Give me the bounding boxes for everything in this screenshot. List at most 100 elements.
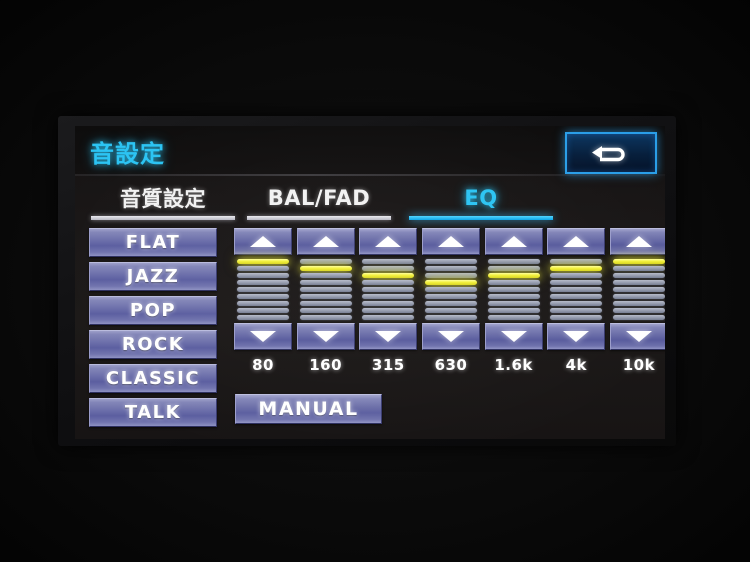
eq-down-button-80[interactable] — [234, 323, 292, 350]
eq-segment — [424, 287, 477, 292]
eq-segment — [550, 301, 603, 306]
preset-button-rock[interactable]: ROCK — [89, 330, 217, 359]
eq-segment — [299, 280, 352, 285]
eq-segment — [487, 315, 540, 320]
eq-segment — [237, 259, 289, 264]
eq-band-label: 315 — [371, 356, 405, 374]
eq-down-button-10k[interactable] — [609, 323, 665, 350]
preset-button-talk[interactable]: TALK — [89, 398, 217, 427]
triangle-up-icon — [250, 236, 276, 247]
eq-up-button-315[interactable] — [359, 228, 418, 255]
back-arrow-icon — [592, 146, 625, 162]
eq-segment — [299, 315, 352, 320]
eq-segment — [237, 273, 289, 278]
tab-sound-quality[interactable]: 音質設定 — [89, 176, 237, 220]
tab-eq[interactable]: EQ — [407, 176, 555, 220]
preset-button-flat[interactable]: FLAT — [89, 228, 217, 257]
triangle-up-icon — [375, 236, 402, 247]
tab-label: 音質設定 — [120, 187, 206, 211]
eq-segment-stack-160[interactable] — [299, 255, 352, 323]
eq-segment-stack-630[interactable] — [424, 255, 477, 323]
eq-segment — [362, 315, 415, 320]
eq-bands: 80 160 315 630 1.6k 4k 10k — [234, 228, 665, 374]
preset-button-pop[interactable]: POP — [89, 296, 217, 325]
eq-segment — [237, 315, 289, 320]
eq-segment — [299, 273, 352, 278]
eq-segment — [299, 301, 352, 306]
eq-down-button-630[interactable] — [421, 323, 480, 350]
preset-button-jazz[interactable]: JAZZ — [89, 262, 217, 291]
eq-segment — [424, 294, 477, 299]
eq-segment — [424, 308, 477, 313]
triangle-down-icon — [437, 331, 464, 342]
eq-segment — [612, 287, 665, 292]
eq-segment — [612, 301, 665, 306]
eq-band-80: 80 — [234, 228, 292, 374]
page-title: 音設定 — [90, 140, 165, 168]
eq-segment — [237, 287, 289, 292]
tab-underline — [247, 216, 391, 220]
preset-label: CLASSIC — [105, 368, 201, 389]
eq-down-button-1.6k[interactable] — [484, 323, 543, 350]
eq-segment-stack-10k[interactable] — [612, 255, 665, 323]
eq-segment — [487, 301, 540, 306]
eq-band-160: 160 — [296, 228, 355, 374]
eq-down-button-160[interactable] — [296, 323, 355, 350]
tab-strip: 音質設定 BAL/FAD EQ — [75, 176, 665, 220]
eq-segment — [487, 308, 540, 313]
eq-segment — [550, 315, 603, 320]
eq-up-button-4k[interactable] — [547, 228, 606, 255]
eq-segment — [612, 266, 665, 271]
eq-segment-stack-4k[interactable] — [550, 255, 603, 323]
eq-segment — [362, 294, 415, 299]
eq-up-button-10k[interactable] — [609, 228, 665, 255]
eq-segment-stack-315[interactable] — [362, 255, 415, 323]
triangle-up-icon — [625, 236, 652, 247]
eq-up-button-160[interactable] — [296, 228, 355, 255]
eq-band-label: 630 — [434, 356, 468, 374]
eq-segment — [424, 259, 477, 264]
title-bar: 音設定 — [75, 126, 665, 174]
eq-segment — [362, 301, 415, 306]
manual-button[interactable]: MANUAL — [235, 394, 382, 424]
eq-segment — [362, 259, 415, 264]
eq-segment — [299, 259, 352, 264]
eq-segment — [424, 301, 477, 306]
lcd-screen: 音設定 音質設定 BAL/FAD EQ FLAT JAZZ POP ROCK C… — [75, 126, 665, 439]
eq-segment — [362, 273, 415, 278]
preset-list: FLAT JAZZ POP ROCK CLASSIC TALK — [89, 228, 217, 432]
eq-band-label: 1.6k — [494, 356, 533, 374]
eq-segment — [550, 294, 603, 299]
back-button[interactable] — [565, 132, 657, 174]
preset-label: FLAT — [125, 232, 181, 253]
eq-segment — [237, 301, 289, 306]
eq-segment — [550, 266, 603, 271]
eq-band-1.6k: 1.6k — [484, 228, 543, 374]
eq-up-button-630[interactable] — [421, 228, 480, 255]
eq-segment — [237, 294, 289, 299]
eq-up-button-80[interactable] — [234, 228, 292, 255]
eq-segment — [424, 315, 477, 320]
eq-segment — [612, 280, 665, 285]
eq-segment — [550, 273, 603, 278]
triangle-down-icon — [625, 331, 652, 342]
eq-band-label: 4k — [565, 356, 587, 374]
eq-segment — [299, 266, 352, 271]
eq-segment — [550, 280, 603, 285]
preset-button-classic[interactable]: CLASSIC — [89, 364, 217, 393]
eq-down-button-315[interactable] — [359, 323, 418, 350]
eq-band-315: 315 — [359, 228, 418, 374]
preset-label: JAZZ — [126, 266, 180, 287]
eq-segment — [237, 308, 289, 313]
triangle-up-icon — [437, 236, 464, 247]
eq-segment — [612, 308, 665, 313]
eq-down-button-4k[interactable] — [547, 323, 606, 350]
eq-segment-stack-80[interactable] — [237, 255, 289, 323]
eq-segment — [487, 294, 540, 299]
eq-segment-stack-1.6k[interactable] — [487, 255, 540, 323]
eq-up-button-1.6k[interactable] — [484, 228, 543, 255]
eq-segment — [362, 280, 415, 285]
eq-segment — [362, 266, 415, 271]
tab-bal-fad[interactable]: BAL/FAD — [245, 176, 393, 220]
eq-segment — [362, 287, 415, 292]
